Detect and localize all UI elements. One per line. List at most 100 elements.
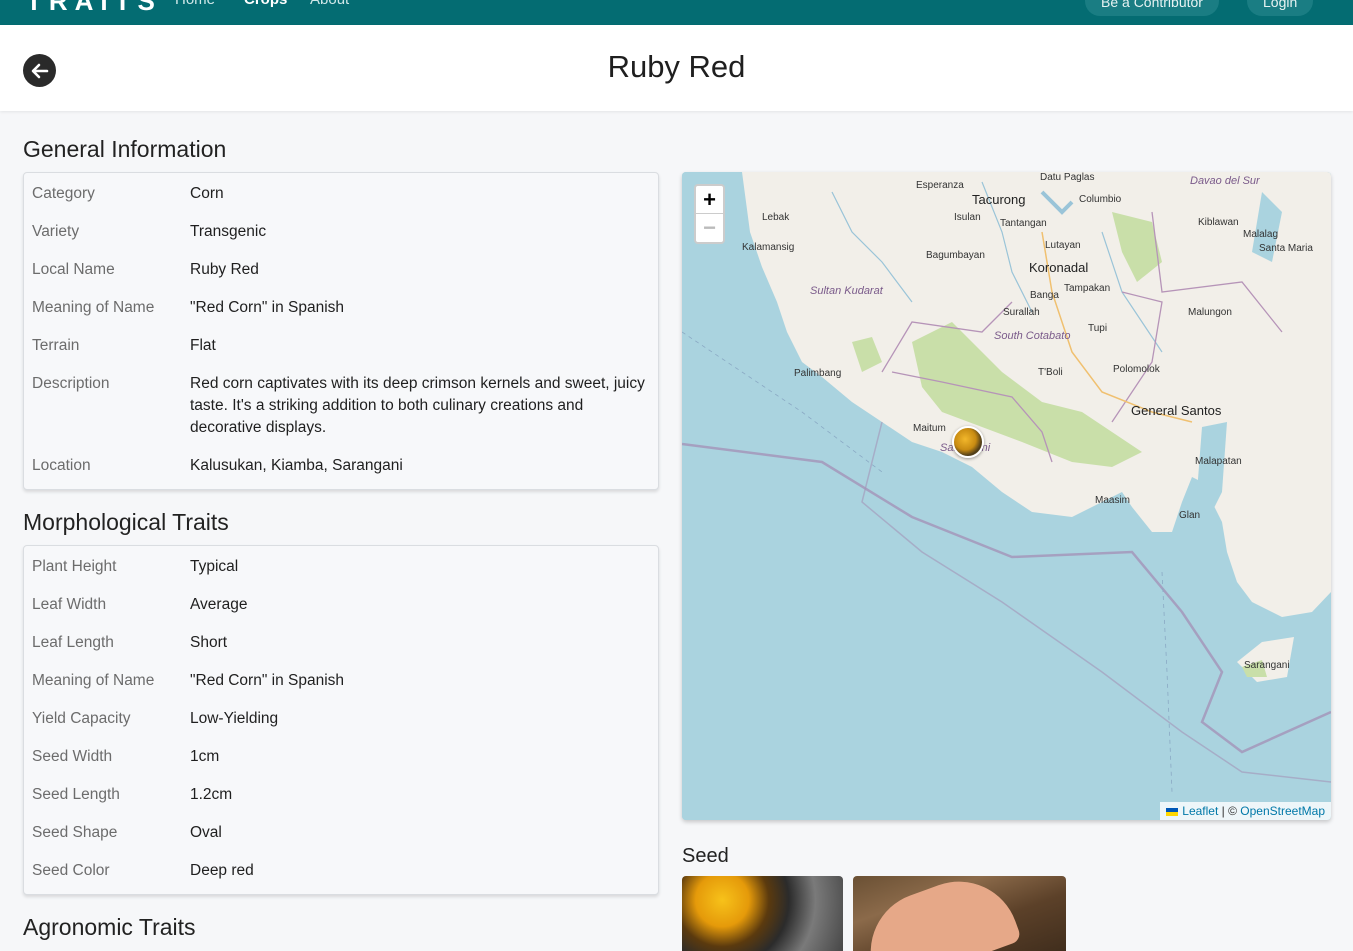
row-label: Terrain: [32, 337, 80, 354]
trait-row-seed-length: Seed Length 1.2cm: [24, 776, 658, 814]
map-label-malungon: Malungon: [1188, 307, 1232, 318]
row-value: Average: [190, 596, 248, 613]
row-label: Location: [32, 457, 91, 474]
map-tiles: [682, 172, 1331, 820]
seed-image-hand[interactable]: [853, 876, 1066, 951]
row-label: Plant Height: [32, 558, 117, 575]
map-label-south-cotabato: South Cotabato: [994, 330, 1071, 342]
leaflet-link[interactable]: Leaflet: [1182, 804, 1218, 818]
morphological-traits-card: Plant Height Typical Leaf Width Average Le…: [23, 545, 659, 895]
row-label: Leaf Width: [32, 596, 107, 613]
map-label-isulan: Isulan: [954, 212, 981, 223]
map-label-maasim: Maasim: [1095, 495, 1131, 506]
nav-link-home[interactable]: Home: [175, 0, 215, 8]
map-label-tampakan: Tampakan: [1064, 283, 1111, 294]
row-value: "Red Corn" in Spanish: [190, 299, 345, 316]
map-label-lutayan: Lutayan: [1045, 240, 1081, 251]
page-header: Ruby Red: [0, 25, 1353, 111]
map-label-palimbang: Palimbang: [794, 368, 842, 379]
zoom-in-button[interactable]: +: [696, 186, 723, 214]
be-a-contributor-button[interactable]: Be a Contributor: [1085, 0, 1219, 16]
row-value: Transgenic: [190, 223, 267, 240]
page-title: Ruby Red: [607, 49, 746, 84]
general-information-card: Category Corn Variety Transgenic Local Nam…: [23, 172, 659, 490]
map-label-tboli: T'Boli: [1038, 367, 1063, 378]
info-row-meaning-of-name: Meaning of Name "Red Corn" in Spanish: [24, 289, 658, 327]
trait-row-yield-capacity: Yield Capacity Low-Yielding: [24, 700, 658, 738]
zoom-out-button[interactable]: −: [696, 214, 723, 242]
row-label: Seed Length: [32, 786, 120, 803]
row-label: Seed Width: [32, 748, 113, 765]
map-label-datu-paglas: Datu Paglas: [1040, 172, 1095, 183]
openstreetmap-link[interactable]: OpenStreetMap: [1240, 804, 1325, 818]
map-label-malapatan: Malapatan: [1195, 456, 1242, 467]
row-value: "Red Corn" in Spanish: [190, 672, 345, 689]
top-navbar: TRAITS Home Crops About Be a Contributor…: [0, 0, 1353, 25]
general-information-heading: General Information: [23, 136, 227, 162]
row-value: 1.2cm: [190, 786, 233, 803]
info-row-terrain: Terrain Flat: [24, 327, 658, 365]
seed-heading: Seed: [682, 845, 729, 867]
info-row-description: Description Red corn captivates with its …: [24, 365, 658, 447]
map-label-bagumbayan: Bagumbayan: [926, 250, 985, 261]
map-label-kalamansig: Kalamansig: [742, 242, 795, 253]
info-row-variety: Variety Transgenic: [24, 213, 658, 251]
map-label-glan: Glan: [1179, 510, 1201, 521]
map-label-general-santos: General Santos: [1131, 403, 1222, 418]
map-label-davao-del-sur: Davao del Sur: [1190, 175, 1260, 187]
map-label-kiblawan: Kiblawan: [1198, 217, 1239, 228]
map-label-surallah: Surallah: [1003, 307, 1040, 318]
row-label: Yield Capacity: [32, 710, 131, 727]
info-row-location: Location Kalusukan, Kiamba, Sarangani: [24, 447, 658, 485]
map-label-tacurong: Tacurong: [972, 192, 1026, 207]
trait-row-seed-color: Seed Color Deep red: [24, 852, 658, 890]
trait-row-leaf-length: Leaf Length Short: [24, 624, 658, 662]
crop-location-marker[interactable]: [952, 426, 984, 458]
map-label-esperanza: Esperanza: [916, 180, 964, 191]
ukraine-flag-icon: [1166, 807, 1179, 816]
row-value: 1cm: [190, 748, 220, 765]
nav-link-crops[interactable]: Crops: [244, 0, 287, 8]
row-value: Oval: [190, 824, 222, 841]
map-label-maitum: Maitum: [913, 423, 946, 434]
trait-row-seed-width: Seed Width 1cm: [24, 738, 658, 776]
login-button[interactable]: Login: [1247, 0, 1314, 16]
zoom-control: + −: [694, 184, 725, 244]
brand-logo[interactable]: TRAITS: [26, 0, 162, 17]
map-label-sarangani-island: Sarangani: [1244, 660, 1290, 671]
nav-link-about[interactable]: About: [310, 0, 349, 8]
map-label-polomolok: Polomolok: [1113, 364, 1160, 375]
location-map[interactable]: Esperanza Tacurong Datu Paglas Davao del…: [682, 172, 1331, 820]
attribution-separator: | ©: [1218, 804, 1241, 818]
row-label: Meaning of Name: [32, 299, 155, 316]
map-label-lebak: Lebak: [762, 212, 790, 223]
row-value: Red corn captivates with its deep crimso…: [190, 375, 645, 436]
map-label-santa-maria: Santa Maria: [1259, 243, 1313, 254]
row-label: Seed Color: [32, 862, 110, 879]
map-label-tupi: Tupi: [1088, 323, 1108, 334]
trait-row-seed-shape: Seed Shape Oval: [24, 814, 658, 852]
map-attribution: Leaflet | © OpenStreetMap: [1160, 802, 1331, 820]
map-label-malalag: Malalag: [1243, 229, 1279, 240]
trait-row-plant-height: Plant Height Typical: [24, 548, 658, 586]
row-value: Short: [190, 634, 228, 651]
info-row-category: Category Corn: [24, 175, 658, 213]
seed-image-sunflower[interactable]: [682, 876, 843, 951]
row-value: Low-Yielding: [190, 710, 279, 727]
row-label: Variety: [32, 223, 80, 240]
map-label-koronadal: Koronadal: [1029, 260, 1089, 275]
row-value: Typical: [190, 558, 239, 575]
trait-row-meaning-of-name: Meaning of Name "Red Corn" in Spanish: [24, 662, 658, 700]
map-label-columbio: Columbio: [1079, 194, 1122, 205]
row-value: Corn: [190, 185, 224, 202]
row-value: Flat: [190, 337, 216, 354]
row-label: Description: [32, 375, 110, 392]
row-value: Kalusukan, Kiamba, Sarangani: [190, 457, 403, 474]
row-label: Meaning of Name: [32, 672, 155, 689]
map-label-sultan-kudarat: Sultan Kudarat: [810, 285, 883, 297]
row-label: Leaf Length: [32, 634, 114, 651]
map-label-banga: Banga: [1030, 290, 1059, 301]
row-label: Seed Shape: [32, 824, 118, 841]
row-value: Deep red: [190, 862, 254, 879]
row-label: Category: [32, 185, 95, 202]
